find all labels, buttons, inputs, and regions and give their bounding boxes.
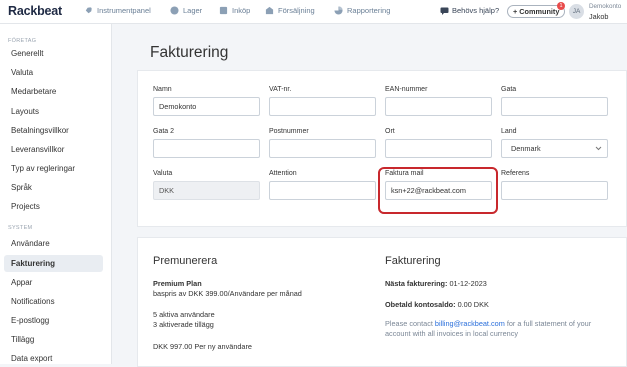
- price-per-user: DKK 997.00 Per ny användare: [153, 342, 252, 351]
- nav-rapportering[interactable]: Rapportering: [334, 6, 390, 15]
- contact-pre: Please contact: [385, 319, 433, 328]
- sidebar-item-leveransvillkor[interactable]: Leveransvillkor: [4, 141, 103, 158]
- logo[interactable]: Rackbeat: [8, 4, 62, 18]
- sidebar-item-generellt[interactable]: Generellt: [4, 45, 103, 62]
- sidebar-item-typ-av-regleringar[interactable]: Typ av regleringar: [4, 160, 103, 177]
- active-users: 5 aktiva användare: [153, 310, 215, 319]
- ort-input[interactable]: [385, 139, 492, 158]
- plan-name: Premium Plan: [153, 279, 202, 288]
- top-bar: Rackbeat Instrumentpanel Lager Inköp För…: [0, 0, 627, 24]
- land-label: Land: [501, 128, 517, 135]
- land-select[interactable]: Denmark: [501, 139, 608, 158]
- nav-lager[interactable]: Lager: [170, 6, 202, 15]
- nav-instrumentpanel[interactable]: Instrumentpanel: [84, 6, 151, 15]
- ean-input[interactable]: [385, 97, 492, 116]
- nav-label: Instrumentpanel: [97, 6, 151, 15]
- sidebar-item-projects[interactable]: Projects: [4, 198, 103, 215]
- unpaid-balance: Obetald kontosaldo: 0.00 DKK: [385, 300, 489, 309]
- sidebar-item-e-postlogg[interactable]: E-postlogg: [4, 312, 103, 329]
- sidebar-item-layouts[interactable]: Layouts: [4, 103, 103, 120]
- chat-icon: [440, 7, 449, 15]
- sidebar-section-company: FÖRETAG: [8, 38, 37, 44]
- sidebar-item-notifications[interactable]: Notifications: [4, 293, 103, 310]
- contact-post: for a full statement of your: [506, 319, 592, 328]
- sidebar-item-sprak[interactable]: Språk: [4, 179, 103, 196]
- sidebar-item-data-export[interactable]: Data export: [4, 350, 103, 367]
- namn-label: Namn: [153, 86, 172, 93]
- valuta-label: Valuta: [153, 170, 173, 177]
- billing-title: Fakturering: [385, 255, 441, 267]
- next-invoice-label: Nästa fakturering:: [385, 279, 448, 288]
- help-link[interactable]: Behövs hjälp?: [440, 6, 499, 15]
- rocket-icon: [85, 7, 92, 14]
- attention-input[interactable]: [269, 181, 376, 200]
- nav-label: Lager: [183, 6, 203, 15]
- sidebar-item-betalningsvillkor[interactable]: Betalningsvillkor: [4, 122, 103, 139]
- box-icon: [170, 6, 179, 15]
- gata2-input[interactable]: [153, 139, 260, 158]
- cart-icon: [219, 6, 228, 15]
- gata-label: Gata: [501, 86, 517, 93]
- postnummer-label: Postnummer: [269, 128, 309, 135]
- contact-text: Please contact billing@rackbeat.com for …: [385, 319, 591, 328]
- unpaid-balance-value: 0.00 DKK: [457, 300, 489, 309]
- ort-label: Ort: [385, 128, 395, 135]
- sidebar: FÖRETAG Generellt Valuta Medarbetare Lay…: [0, 24, 112, 364]
- nav-label: Försäljning: [278, 6, 315, 15]
- billing-email-link[interactable]: billing@rackbeat.com: [435, 319, 505, 328]
- sidebar-item-fakturering[interactable]: Fakturering: [4, 255, 103, 272]
- plan-price: baspris av DKK 399.00/Användare per måna…: [153, 289, 302, 298]
- sidebar-item-anvandare[interactable]: Användare: [4, 235, 103, 252]
- valuta-input: DKK: [153, 181, 260, 200]
- gata2-label: Gata 2: [153, 128, 175, 135]
- sidebar-item-medarbetare[interactable]: Medarbetare: [4, 83, 103, 100]
- ean-label: EAN-nummer: [385, 86, 428, 93]
- contact-text-line2: account with all invoices in local curre…: [385, 329, 519, 338]
- subscription-title: Premunerera: [153, 255, 218, 267]
- highlight-frame: [378, 167, 498, 214]
- pie-chart-icon: [334, 6, 343, 15]
- page-title: Fakturering: [150, 44, 229, 61]
- vat-label: VAT-nr.: [269, 86, 292, 93]
- avatar[interactable]: JA: [569, 4, 584, 19]
- next-invoice: Nästa fakturering: 01-12-2023: [385, 279, 487, 288]
- nav-label: Inköp: [232, 6, 251, 15]
- sidebar-item-appar[interactable]: Appar: [4, 274, 103, 291]
- land-value: Denmark: [511, 144, 541, 153]
- vat-input[interactable]: [269, 97, 376, 116]
- user-name: Jakob: [589, 12, 609, 21]
- help-label: Behövs hjälp?: [452, 6, 500, 15]
- sidebar-section-system: SYSTEM: [8, 225, 33, 231]
- referens-label: Referens: [501, 170, 530, 177]
- gata-input[interactable]: [501, 97, 608, 116]
- nav-inkop[interactable]: Inköp: [219, 6, 250, 15]
- notification-badge: 1: [557, 2, 565, 10]
- referens-input[interactable]: [501, 181, 608, 200]
- namn-input[interactable]: Demokonto: [153, 97, 260, 116]
- user-company: Demokonto: [589, 3, 622, 10]
- postnummer-input[interactable]: [269, 139, 376, 158]
- nav-forsaljning[interactable]: Försäljning: [265, 6, 315, 15]
- nav-label: Rapportering: [347, 6, 391, 15]
- chevron-down-icon: [595, 146, 602, 151]
- sidebar-item-valuta[interactable]: Valuta: [4, 64, 103, 81]
- attention-label: Attention: [269, 170, 297, 177]
- sidebar-item-tillagg[interactable]: Tillägg: [4, 331, 103, 348]
- unpaid-balance-label: Obetald kontosaldo:: [385, 300, 456, 309]
- next-invoice-value: 01-12-2023: [449, 279, 487, 288]
- shop-icon: [265, 6, 274, 15]
- active-addons: 3 aktiverade tillägg: [153, 320, 214, 329]
